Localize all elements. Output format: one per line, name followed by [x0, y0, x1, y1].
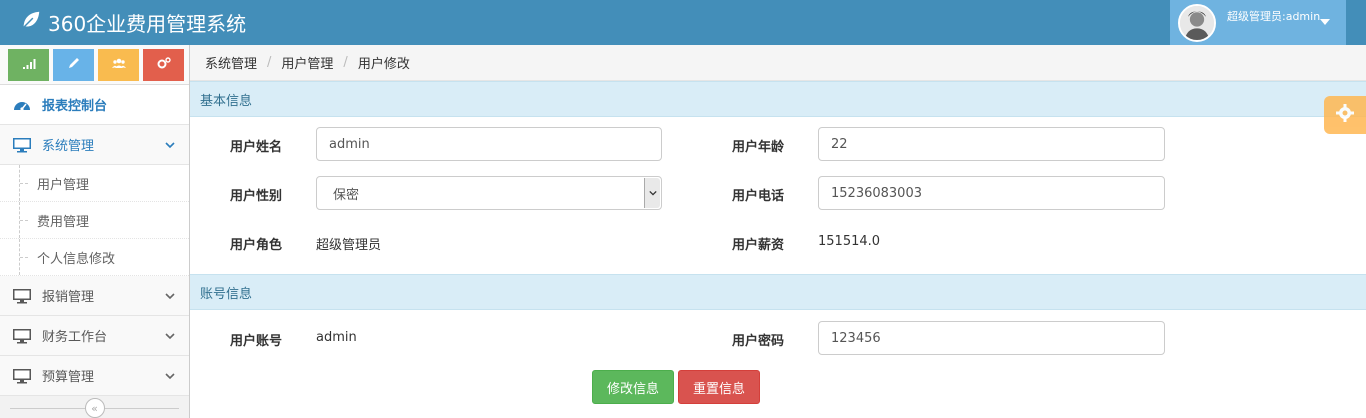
dashboard-icon [12, 95, 32, 115]
app-title: 360企业费用管理系统 [48, 12, 247, 36]
shortcut-button-edit[interactable] [53, 49, 94, 81]
breadcrumb: 系统管理 / 用户管理 / 用户修改 [190, 45, 1366, 81]
role-value: 超级管理员 [316, 238, 382, 253]
sidebar-item-finance[interactable]: 财务工作台 [0, 316, 189, 356]
section-basic-info: 基本信息 [190, 81, 1366, 117]
sidebar-subitem-label: 费用管理 [37, 214, 90, 230]
breadcrumb-separator: / [343, 55, 348, 70]
submit-button[interactable]: 修改信息 [592, 370, 674, 404]
sidebar-subitem-profile-edit[interactable]: 个人信息修改 [0, 239, 189, 276]
shortcut-button-users[interactable] [98, 49, 139, 81]
sidebar-collapse-bar: « [0, 398, 189, 418]
pencil-icon [67, 56, 81, 74]
sidebar-item-label: 财务工作台 [42, 330, 108, 345]
form-row: 用户性别 保密 用户电话 15236083003 [190, 176, 1366, 210]
brand[interactable]: 360企业费用管理系统 [20, 0, 246, 45]
phone-input[interactable]: 15236083003 [818, 176, 1165, 210]
breadcrumb-item[interactable]: 用户管理 [281, 53, 333, 72]
password-input[interactable]: 123456 [818, 321, 1165, 355]
cogs-icon [157, 56, 171, 74]
sidebar-subitem-user-manage[interactable]: 用户管理 [0, 165, 189, 202]
gender-select[interactable]: 保密 [316, 176, 662, 210]
form-row: 用户角色 超级管理员 用户薪资 151514.0 [190, 225, 1366, 259]
gear-icon [1335, 103, 1355, 127]
reset-button[interactable]: 重置信息 [678, 370, 760, 404]
salary-label: 用户薪资 [732, 238, 785, 253]
collapse-sidebar-button[interactable]: « [84, 398, 105, 418]
chevron-down-icon[interactable] [644, 178, 660, 208]
form-row: 用户姓名 admin 用户年龄 22 [190, 127, 1366, 161]
breadcrumb-item-current: 用户修改 [357, 57, 410, 72]
submenu-system: 用户管理 费用管理 个人信息修改 [0, 165, 189, 276]
users-icon [111, 56, 126, 74]
sidebar-item-label: 预算管理 [42, 370, 95, 385]
shortcut-button-settings[interactable] [143, 49, 184, 81]
sidebar-item-label: 报销管理 [42, 290, 95, 305]
breadcrumb-item[interactable]: 系统管理 [205, 53, 257, 72]
sidebar: 报表控制台 系统管理 用户管理 费用管理 个人信息修改 报销管理 财务工作台 预… [0, 45, 190, 418]
desktop-icon [12, 326, 32, 346]
sidebar-item-budget[interactable]: 预算管理 [0, 356, 189, 396]
chevron-down-icon [165, 330, 175, 340]
account-label: 用户账号 [230, 334, 283, 349]
name-input[interactable]: admin [316, 127, 662, 161]
form-row: 用户账号 admin 用户密码 123456 [190, 321, 1366, 355]
settings-tab[interactable] [1324, 96, 1366, 134]
salary-value: 151514.0 [818, 234, 881, 249]
sidebar-item-system[interactable]: 系统管理 [0, 125, 189, 165]
user-menu[interactable]: 超级管理员:admin [1170, 0, 1346, 45]
age-input[interactable]: 22 [818, 127, 1165, 161]
gender-selected-value: 保密 [333, 187, 360, 203]
user-name: 超级管理员:admin [1227, 9, 1321, 23]
breadcrumb-separator: / [267, 55, 272, 70]
sidebar-item-label: 报表控制台 [42, 99, 108, 114]
account-value: admin [316, 330, 357, 345]
role-label: 用户角色 [230, 238, 283, 253]
sidebar-item-label: 系统管理 [42, 139, 95, 154]
avatar [1178, 3, 1216, 42]
sidebar-subitem-label: 用户管理 [37, 177, 90, 193]
desktop-icon [12, 135, 32, 155]
chevron-down-icon [165, 139, 175, 149]
shortcut-buttons [0, 45, 189, 85]
section-title: 账号信息 [200, 286, 253, 302]
main-content: 系统管理 / 用户管理 / 用户修改 基本信息 用户姓名 admin 用户年龄 … [190, 45, 1366, 418]
desktop-icon [12, 286, 32, 306]
section-title: 基本信息 [200, 93, 253, 109]
name-label: 用户姓名 [230, 140, 283, 155]
chevron-down-icon [165, 370, 175, 380]
sidebar-subitem-label: 个人信息修改 [37, 251, 116, 267]
gender-label: 用户性别 [230, 189, 283, 204]
chevron-down-icon [165, 290, 175, 300]
sidebar-item-dashboard[interactable]: 报表控制台 [0, 85, 189, 125]
password-label: 用户密码 [732, 334, 785, 349]
leaf-icon [20, 9, 42, 36]
phone-label: 用户电话 [732, 189, 785, 204]
age-label: 用户年龄 [732, 140, 785, 155]
caret-down-icon [1320, 19, 1330, 25]
signal-icon [22, 56, 36, 74]
section-account-info: 账号信息 [190, 274, 1366, 310]
desktop-icon [12, 366, 32, 386]
top-navbar: 360企业费用管理系统 超级管理员:admin [0, 0, 1366, 45]
shortcut-button-stats[interactable] [8, 49, 49, 81]
sidebar-subitem-cost-manage[interactable]: 费用管理 [0, 202, 189, 239]
sidebar-item-reimburse[interactable]: 报销管理 [0, 276, 189, 316]
